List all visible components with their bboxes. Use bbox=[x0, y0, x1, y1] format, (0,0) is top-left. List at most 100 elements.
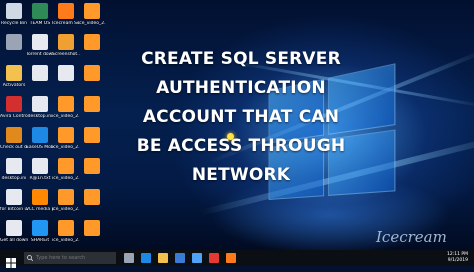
headline-line: CREATE SQL SERVER bbox=[141, 49, 341, 69]
desktop-icon-label: SHAREit bbox=[30, 238, 50, 243]
desktop-icon[interactable]: ice_video_2... bbox=[78, 3, 106, 26]
desktop-icon[interactable] bbox=[78, 34, 106, 52]
desktop-icon[interactable] bbox=[0, 34, 28, 52]
video-file-icon bbox=[58, 127, 74, 143]
taskbar-app[interactable] bbox=[192, 253, 202, 263]
desktop-icon[interactable]: desktop.ini bbox=[0, 158, 28, 181]
desktop-icon[interactable] bbox=[78, 127, 106, 145]
desktop-icon[interactable] bbox=[78, 96, 106, 114]
desktop: Recycle BinTEAM OSIcecream Screen ...ice… bbox=[0, 0, 474, 250]
desktop-icon-label: Torrent downloads bbox=[26, 52, 54, 57]
desktop-icon[interactable] bbox=[78, 158, 106, 176]
file-icon bbox=[6, 220, 22, 236]
desktop-icon[interactable]: Recycle Bin bbox=[0, 3, 28, 26]
desktop-icon-label: VLC media player bbox=[26, 207, 54, 212]
desktop-icon[interactable] bbox=[78, 220, 106, 238]
video-file-icon bbox=[84, 189, 100, 205]
clock-date: 9/1/2019 bbox=[447, 258, 468, 263]
desktop-icon[interactable]: for Bitcoin users.txt bbox=[0, 189, 28, 212]
taskbar-app[interactable] bbox=[141, 253, 151, 263]
taskbar-search[interactable] bbox=[24, 252, 116, 264]
video-file-icon bbox=[58, 158, 74, 174]
taskbar-app[interactable] bbox=[158, 253, 168, 263]
headline-line: AUTHENTICATION bbox=[156, 78, 326, 98]
file-icon bbox=[32, 65, 48, 81]
desktop-icon[interactable] bbox=[78, 189, 106, 207]
desktop-icon[interactable]: desktop.ini bbox=[26, 96, 54, 119]
desktop-icon[interactable]: Get all downloads... bbox=[0, 220, 28, 243]
desktop-icon[interactable]: Check out our Stuff bbox=[0, 127, 28, 150]
desktop-icon[interactable]: TEAM OS bbox=[26, 3, 54, 26]
desktop-icon[interactable]: VLC media player bbox=[26, 189, 54, 212]
desktop-icon[interactable] bbox=[52, 65, 80, 83]
start-button[interactable] bbox=[6, 253, 16, 268]
image-file-icon bbox=[58, 34, 74, 50]
edge-icon bbox=[141, 253, 151, 263]
ini-file-icon bbox=[32, 96, 48, 112]
desktop-icon[interactable] bbox=[78, 65, 106, 83]
icecream-watermark: Icecream bbox=[376, 228, 447, 246]
icecream-icon bbox=[58, 3, 74, 19]
desktop-icon[interactable]: ice_video_2... bbox=[52, 127, 80, 150]
desktop-icon-label: EaseUS MobiSaver bbox=[26, 145, 54, 150]
desktop-icon-label: Check out our Stuff bbox=[0, 145, 28, 150]
desktop-icon-label: ice_video_2... bbox=[52, 207, 80, 212]
desktop-icon[interactable]: EaseUS MobiSaver bbox=[26, 127, 54, 150]
easeus-icon bbox=[32, 127, 48, 143]
desktop-icon-label: Get all downloads... bbox=[0, 238, 28, 243]
video-file-icon bbox=[84, 34, 100, 50]
desktop-icon[interactable]: Torrent downloads bbox=[26, 34, 54, 57]
file-icon bbox=[58, 65, 74, 81]
desktop-icon-label: Avira Control Center bbox=[0, 114, 28, 119]
desktop-icon[interactable]: SHAREit bbox=[26, 220, 54, 243]
text-file-icon bbox=[32, 158, 48, 174]
desktop-icon-label: desktop.ini bbox=[27, 114, 53, 119]
mail-icon bbox=[192, 253, 202, 263]
desktop-icon[interactable] bbox=[26, 65, 54, 83]
desktop-icon-label: Recycle Bin bbox=[1, 21, 27, 26]
system-clock[interactable]: 12:11 PM 9/1/2019 bbox=[447, 252, 468, 264]
video-file-icon bbox=[84, 3, 100, 19]
video-file-icon bbox=[84, 127, 100, 143]
desktop-icon-label: TEAM OS bbox=[29, 21, 51, 26]
avira-icon bbox=[6, 96, 22, 112]
file-icon bbox=[6, 34, 22, 50]
desktop-icon[interactable]: ice_video_2... bbox=[52, 220, 80, 243]
desktop-icon[interactable]: Avira Control Center bbox=[0, 96, 28, 119]
desktop-icon-label: desktop.ini bbox=[1, 176, 27, 181]
desktop-icon-label: ice_video_2... bbox=[78, 21, 106, 26]
desktop-icon-label: ice_video_2... bbox=[52, 176, 80, 181]
headline-line: ACCOUNT THAT CAN bbox=[142, 107, 340, 127]
taskbar-app[interactable] bbox=[175, 253, 185, 263]
taskbar: 12:11 PM 9/1/2019 bbox=[0, 250, 474, 268]
taskbar-app[interactable] bbox=[124, 253, 134, 263]
desktop-icon[interactable]: Activators bbox=[0, 65, 28, 88]
desktop-icon-label: ice_video_2... bbox=[52, 238, 80, 243]
icecream-icon bbox=[226, 253, 236, 263]
video-file-icon bbox=[58, 189, 74, 205]
folder-icon bbox=[32, 3, 48, 19]
file-icon bbox=[32, 34, 48, 50]
search-icon bbox=[27, 255, 33, 261]
search-input[interactable] bbox=[36, 253, 114, 263]
taskbar-app[interactable] bbox=[209, 253, 219, 263]
headline-line: BE ACCESS THROUGH bbox=[136, 136, 346, 156]
recycle-bin-icon bbox=[6, 3, 22, 19]
chrome-icon bbox=[209, 253, 219, 263]
store-icon bbox=[175, 253, 185, 263]
desktop-icon[interactable]: ice_video_2... bbox=[52, 96, 80, 119]
headline-line: NETWORK bbox=[191, 165, 291, 185]
desktop-icon[interactable]: Screenshot... bbox=[52, 34, 80, 57]
desktop-icon[interactable]: R@1n.txt bbox=[26, 158, 54, 181]
windows-start-icon bbox=[6, 258, 16, 268]
taskbar-app[interactable] bbox=[226, 253, 236, 263]
desktop-icon[interactable]: ice_video_2... bbox=[52, 189, 80, 212]
desktop-icon[interactable]: ice_video_2... bbox=[52, 158, 80, 181]
shortcut-icon bbox=[6, 127, 22, 143]
text-file-icon bbox=[6, 189, 22, 205]
desktop-icon-label: for Bitcoin users.txt bbox=[0, 207, 28, 212]
video-file-icon bbox=[84, 158, 100, 174]
desktop-icon[interactable]: Icecream Screen ... bbox=[52, 3, 80, 26]
desktop-icon-label: ice_video_2... bbox=[52, 114, 80, 119]
desktop-icon-label: R@1n.txt bbox=[29, 176, 51, 181]
